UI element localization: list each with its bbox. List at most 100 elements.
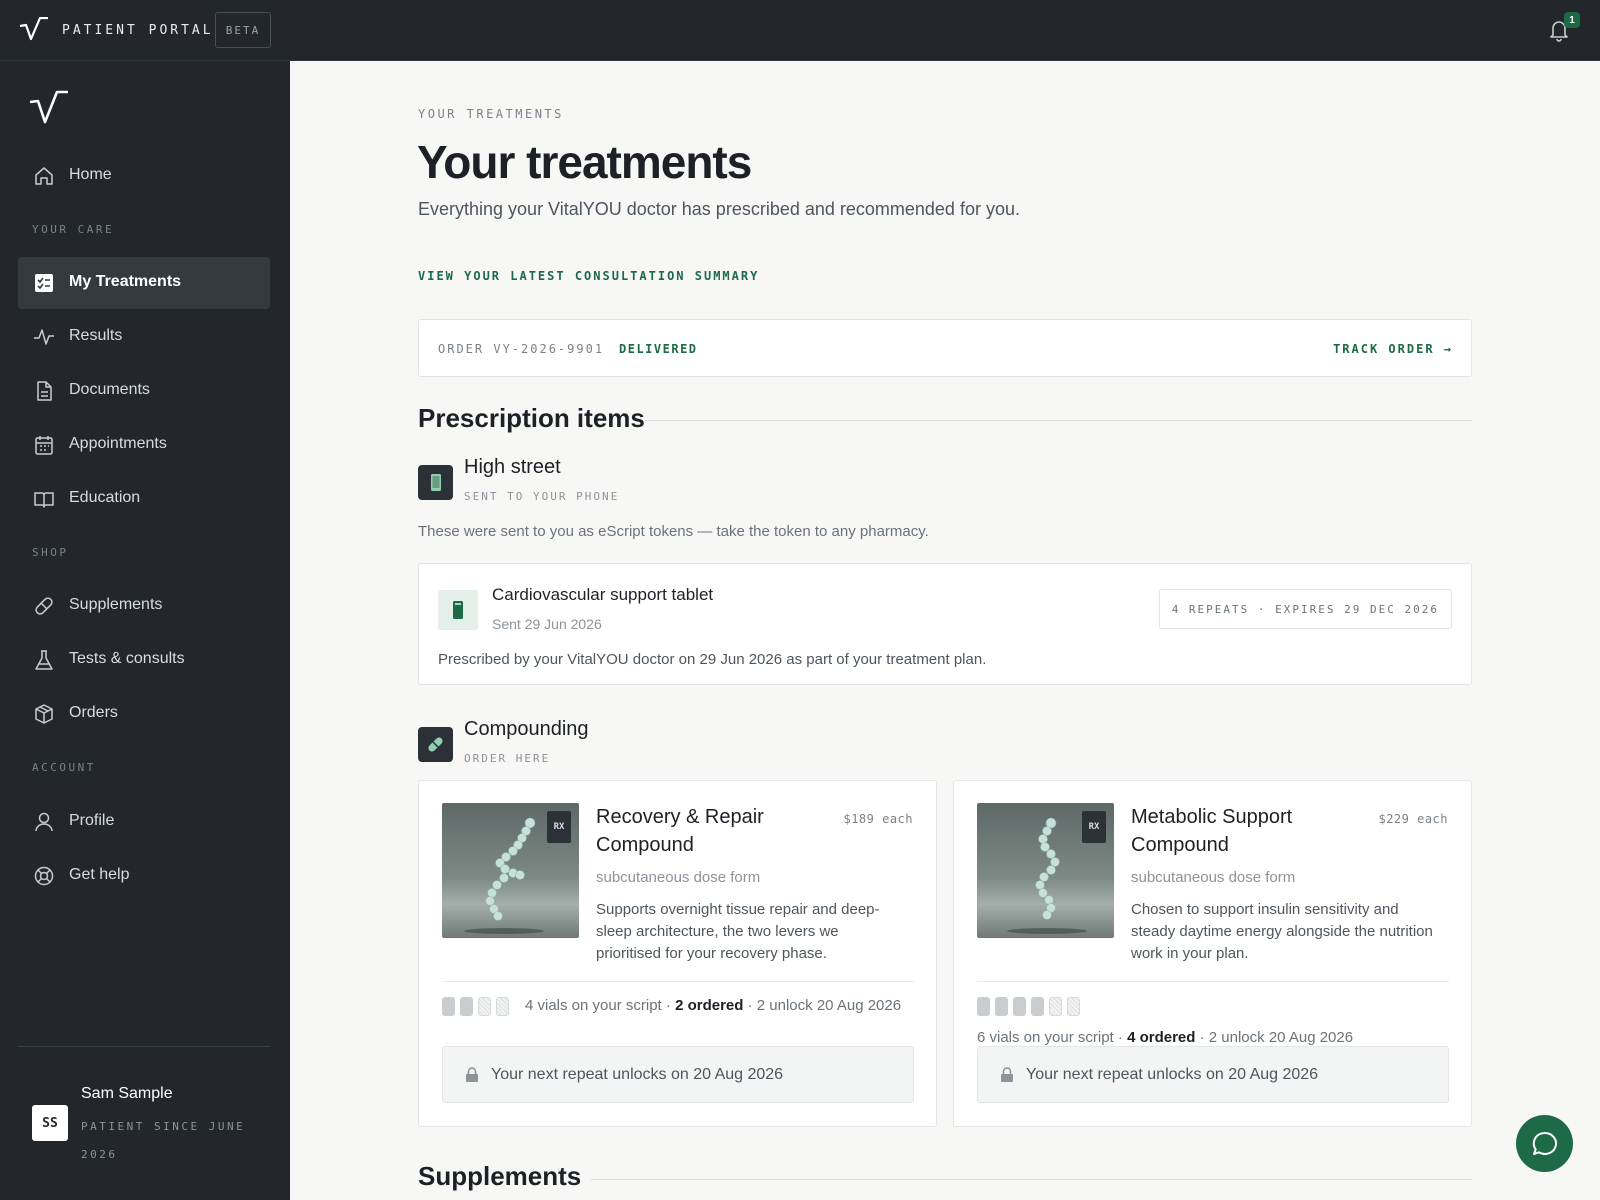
sidebar-item-label: My Treatments bbox=[69, 273, 182, 290]
sidebar-item-label: Tests & consults bbox=[69, 650, 185, 667]
sidebar-item-supplements[interactable]: Supplements bbox=[18, 580, 270, 632]
pill-icon bbox=[418, 727, 453, 762]
user-icon bbox=[35, 812, 53, 832]
sidebar-item-label: Documents bbox=[69, 381, 150, 398]
checklist-icon bbox=[35, 274, 53, 292]
repeat-unlock-notice: Your next repeat unlocks on 20 Aug 2026 bbox=[977, 1046, 1449, 1103]
chat-button[interactable] bbox=[1516, 1115, 1573, 1172]
patient-since: PATIENT SINCE JUNE 2026 bbox=[81, 1120, 246, 1161]
page-subtitle: Everything your VitalYOU doctor has pres… bbox=[418, 199, 1020, 219]
product-name: Recovery & Repair Compound bbox=[596, 806, 764, 856]
product-price: $189 each bbox=[843, 812, 913, 826]
sidebar-divider bbox=[18, 1046, 270, 1047]
sidebar-item-get-help[interactable]: Get help bbox=[18, 850, 270, 902]
chat-bubble-icon bbox=[1532, 1131, 1557, 1155]
high-street-title: High street bbox=[464, 456, 561, 478]
sidebar-item-label: Get help bbox=[69, 866, 130, 883]
vial-summary: 4 vials on your script · 2 ordered · 2 u… bbox=[525, 997, 902, 1014]
vitalyou-logo-icon[interactable] bbox=[19, 17, 49, 43]
sidebar-item-label: Home bbox=[69, 166, 112, 183]
sidebar-item-label: Orders bbox=[69, 704, 118, 721]
avatar[interactable]: SS bbox=[32, 1105, 68, 1141]
product-image: RX bbox=[442, 803, 579, 938]
consultation-summary-link[interactable]: VIEW YOUR LATEST CONSULTATION SUMMARY bbox=[418, 269, 759, 283]
sidebar-item-label: Appointments bbox=[69, 435, 167, 452]
main-content: YOUR TREATMENTS Your treatments Everythi… bbox=[290, 61, 1600, 1200]
product-card[interactable]: RX Metabolic Support Compound $229 each … bbox=[953, 780, 1472, 1127]
open-book-icon bbox=[34, 492, 54, 508]
package-icon bbox=[35, 704, 53, 724]
order-id: ORDER VY-2026-9901 bbox=[438, 342, 605, 356]
sidebar-item-label: Results bbox=[69, 327, 123, 344]
phone-icon bbox=[418, 465, 453, 500]
sidebar-item-documents[interactable]: Documents bbox=[18, 365, 270, 417]
page-title: Your treatments bbox=[417, 136, 752, 188]
rx-tag: RX bbox=[547, 811, 571, 843]
compounding-title: Compounding bbox=[464, 718, 589, 740]
compounding-subtitle: ORDER HERE bbox=[464, 752, 551, 765]
sidebar-section-your-care: YOUR CARE bbox=[32, 223, 115, 236]
prescription-sent-date: Sent 29 Jun 2026 bbox=[492, 616, 602, 632]
sidebar-item-results[interactable]: Results bbox=[18, 311, 270, 363]
top-bar: PATIENT PORTAL BETA 1 bbox=[0, 0, 1600, 61]
escript-note: These were sent to you as eScript tokens… bbox=[418, 523, 929, 540]
vial-remaining bbox=[478, 997, 491, 1016]
card-divider bbox=[442, 981, 914, 982]
sidebar-section-account: ACCOUNT bbox=[32, 761, 96, 774]
vial-ordered bbox=[995, 997, 1008, 1016]
lifebuoy-icon bbox=[34, 866, 54, 886]
repeats-badge: 4 REPEATS · EXPIRES 29 DEC 2026 bbox=[1158, 589, 1452, 629]
lock-icon bbox=[466, 1067, 478, 1082]
high-street-subtitle: SENT TO YOUR PHONE bbox=[464, 490, 620, 503]
prescription-items-heading: Prescription items bbox=[418, 403, 645, 433]
product-description: Chosen to support insulin sensitivity an… bbox=[1131, 901, 1433, 962]
product-price: $229 each bbox=[1378, 812, 1448, 826]
vial-remaining bbox=[496, 997, 509, 1016]
repeat-unlock-text: Your next repeat unlocks on 20 Aug 2026 bbox=[491, 1066, 784, 1083]
sidebar-item-orders[interactable]: Orders bbox=[18, 688, 270, 740]
product-form: subcutaneous dose form bbox=[1131, 869, 1296, 886]
tablet-icon bbox=[438, 590, 478, 630]
repeat-unlock-text: Your next repeat unlocks on 20 Aug 2026 bbox=[1026, 1066, 1319, 1083]
product-card[interactable]: RX Recovery & Repair Compound $189 each … bbox=[418, 780, 937, 1127]
home-icon bbox=[35, 167, 53, 185]
track-order-link[interactable]: TRACK ORDER → bbox=[1333, 342, 1453, 356]
pulse-icon bbox=[34, 329, 54, 345]
vial-remaining bbox=[1049, 997, 1062, 1016]
sidebar-item-home[interactable]: Home bbox=[18, 150, 270, 202]
beta-badge: BETA bbox=[215, 12, 271, 48]
prescription-description: Prescribed by your VitalYOU doctor on 29… bbox=[438, 651, 987, 668]
rx-tag: RX bbox=[1082, 811, 1106, 843]
order-status: DELIVERED bbox=[619, 342, 698, 356]
card-divider bbox=[977, 981, 1449, 982]
sidebar-item-tests-consults[interactable]: Tests & consults bbox=[18, 634, 270, 686]
sidebar-item-profile[interactable]: Profile bbox=[18, 796, 270, 848]
pill-icon bbox=[35, 597, 53, 615]
page-eyebrow: YOUR TREATMENTS bbox=[418, 107, 564, 121]
vial-ordered bbox=[442, 997, 455, 1016]
document-icon bbox=[37, 381, 52, 401]
prescription-name: Cardiovascular support tablet bbox=[492, 585, 714, 604]
sidebar: Home YOUR CARE My Treatments Results Doc… bbox=[0, 61, 290, 1200]
sidebar-item-label: Supplements bbox=[69, 596, 163, 613]
vial-ordered bbox=[460, 997, 473, 1016]
sidebar-item-my-treatments[interactable]: My Treatments bbox=[18, 257, 270, 309]
sidebar-item-education[interactable]: Education bbox=[18, 473, 270, 525]
vial-summary: 6 vials on your script · 4 ordered · 2 u… bbox=[977, 1029, 1354, 1046]
sidebar-item-appointments[interactable]: Appointments bbox=[18, 419, 270, 471]
portal-brand: PATIENT PORTAL bbox=[62, 23, 214, 38]
vial-ordered bbox=[1013, 997, 1026, 1016]
vial-remaining bbox=[1067, 997, 1080, 1016]
order-status-bar: ORDER VY-2026-9901 DELIVERED TRACK ORDER… bbox=[418, 319, 1472, 377]
calendar-icon bbox=[35, 436, 53, 455]
sidebar-item-label: Profile bbox=[69, 812, 115, 829]
product-image: RX bbox=[977, 803, 1114, 938]
vitalyou-logo-icon[interactable] bbox=[29, 90, 69, 126]
notification-count-badge: 1 bbox=[1564, 12, 1580, 28]
lock-icon bbox=[1001, 1067, 1013, 1082]
section-divider bbox=[590, 1179, 1472, 1180]
vial-ordered bbox=[1031, 997, 1044, 1016]
sidebar-item-label: Education bbox=[69, 489, 141, 506]
user-name: Sam Sample bbox=[81, 1085, 173, 1102]
flask-icon bbox=[35, 650, 53, 670]
